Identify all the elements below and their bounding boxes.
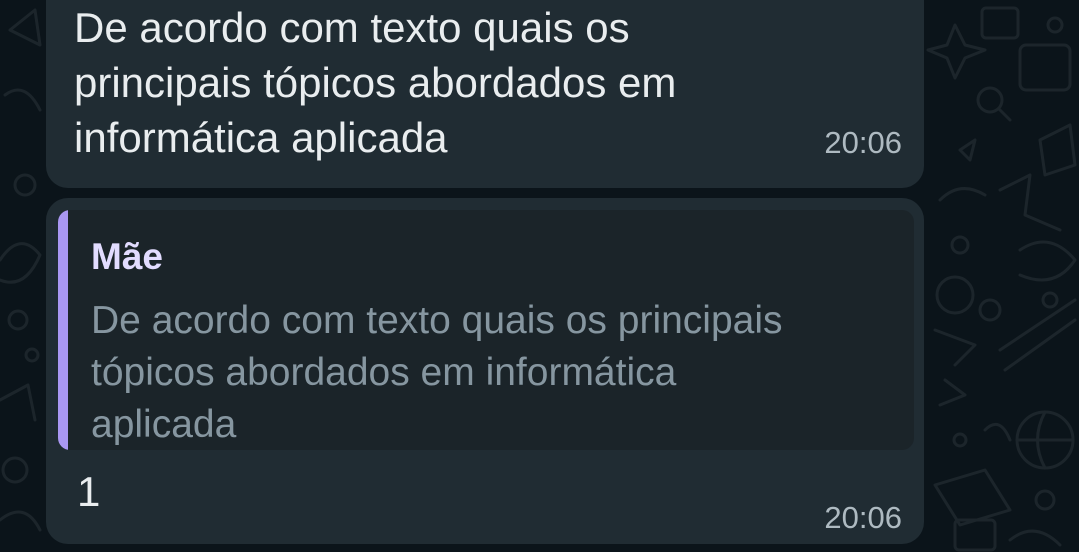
- quoted-message-text: De acordo com texto quais os principais …: [91, 299, 783, 446]
- message-text: 1: [77, 468, 101, 515]
- message-timestamp: 20:06: [824, 125, 902, 160]
- message-timestamp: 20:06: [824, 500, 902, 535]
- reply-message-bubble[interactable]: Mãe De acordo com texto quais os princip…: [46, 198, 924, 544]
- quoted-message[interactable]: Mãe De acordo com texto quais os princip…: [58, 210, 914, 450]
- message-text: De acordo com texto quais os principais …: [74, 4, 677, 161]
- quoted-sender-name: Mãe: [91, 236, 163, 277]
- incoming-message-bubble[interactable]: De acordo com texto quais os principais …: [46, 0, 924, 188]
- quote-accent-bar: [58, 210, 68, 450]
